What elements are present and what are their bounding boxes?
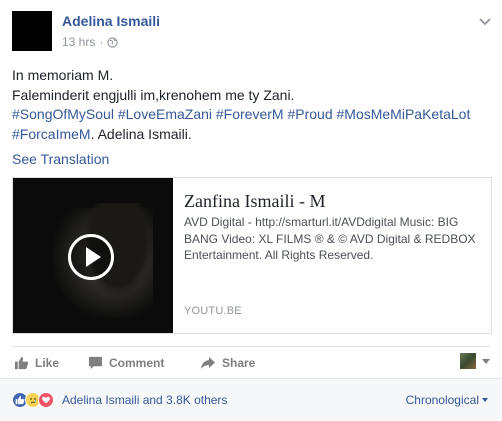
post-as-selector[interactable]	[460, 353, 490, 369]
page-avatar	[460, 353, 476, 369]
globe-icon	[107, 36, 118, 48]
share-button[interactable]: Share	[200, 348, 255, 378]
caret-down-icon	[482, 398, 488, 402]
like-label: Like	[35, 356, 60, 370]
link-preview-card[interactable]: Zanfina Ismaili - M AVD Digital - http:/…	[12, 177, 492, 334]
thumbs-up-icon	[14, 356, 29, 370]
comment-label: Comment	[109, 356, 165, 370]
hashtags[interactable]: #SongOfMySoul #LoveEmaZani #ForeverM #Pr…	[12, 106, 470, 122]
chevron-down-icon[interactable]	[478, 14, 492, 28]
comment-button[interactable]: Comment	[88, 348, 164, 378]
post-line: Faleminderit engjulli im,krenohem me ty …	[12, 86, 295, 103]
comment-sort-dropdown[interactable]: Chronological	[406, 393, 488, 407]
post-signature: . Adelina Ismaili.	[90, 125, 192, 142]
post-timestamp[interactable]: 13 hrs	[62, 35, 95, 49]
divider	[12, 346, 490, 347]
hashtag[interactable]: #ForcaImeM	[12, 126, 91, 142]
link-domain: YOUTU.BE	[184, 305, 242, 317]
facebook-post: Adelina Ismaili 13 hrs · In memoriam M. …	[0, 0, 502, 421]
comment-icon	[88, 356, 103, 370]
see-translation-link[interactable]: See Translation	[12, 151, 109, 167]
share-label: Share	[222, 356, 256, 370]
post-meta: 13 hrs ·	[62, 35, 118, 49]
share-arrow-icon	[201, 357, 215, 369]
love-icon[interactable]	[38, 392, 54, 408]
like-button[interactable]: Like	[14, 348, 59, 378]
link-title[interactable]: Zanfina Ismaili - M	[184, 191, 325, 212]
video-thumbnail[interactable]	[13, 178, 173, 333]
post-line: In memoriam M.	[12, 67, 114, 83]
reactors-link[interactable]: Adelina Ismaili and 3.8K others	[62, 393, 227, 407]
caret-down-icon	[482, 358, 490, 364]
action-bar: Like Comment Share	[12, 348, 490, 378]
author-avatar[interactable]	[12, 11, 52, 51]
play-icon[interactable]	[68, 234, 114, 280]
sort-label: Chronological	[405, 393, 479, 407]
reactions-bar: Adelina Ismaili and 3.8K others Chronolo…	[0, 378, 502, 421]
link-description: AVD Digital - http://smarturl.it/AVDdigi…	[184, 215, 476, 262]
author-name[interactable]: Adelina Ismaili	[62, 13, 160, 29]
link-card-body: Zanfina Ismaili - M AVD Digital - http:/…	[184, 178, 484, 333]
post-text: In memoriam M. Faleminderit engjulli im,…	[12, 66, 492, 144]
